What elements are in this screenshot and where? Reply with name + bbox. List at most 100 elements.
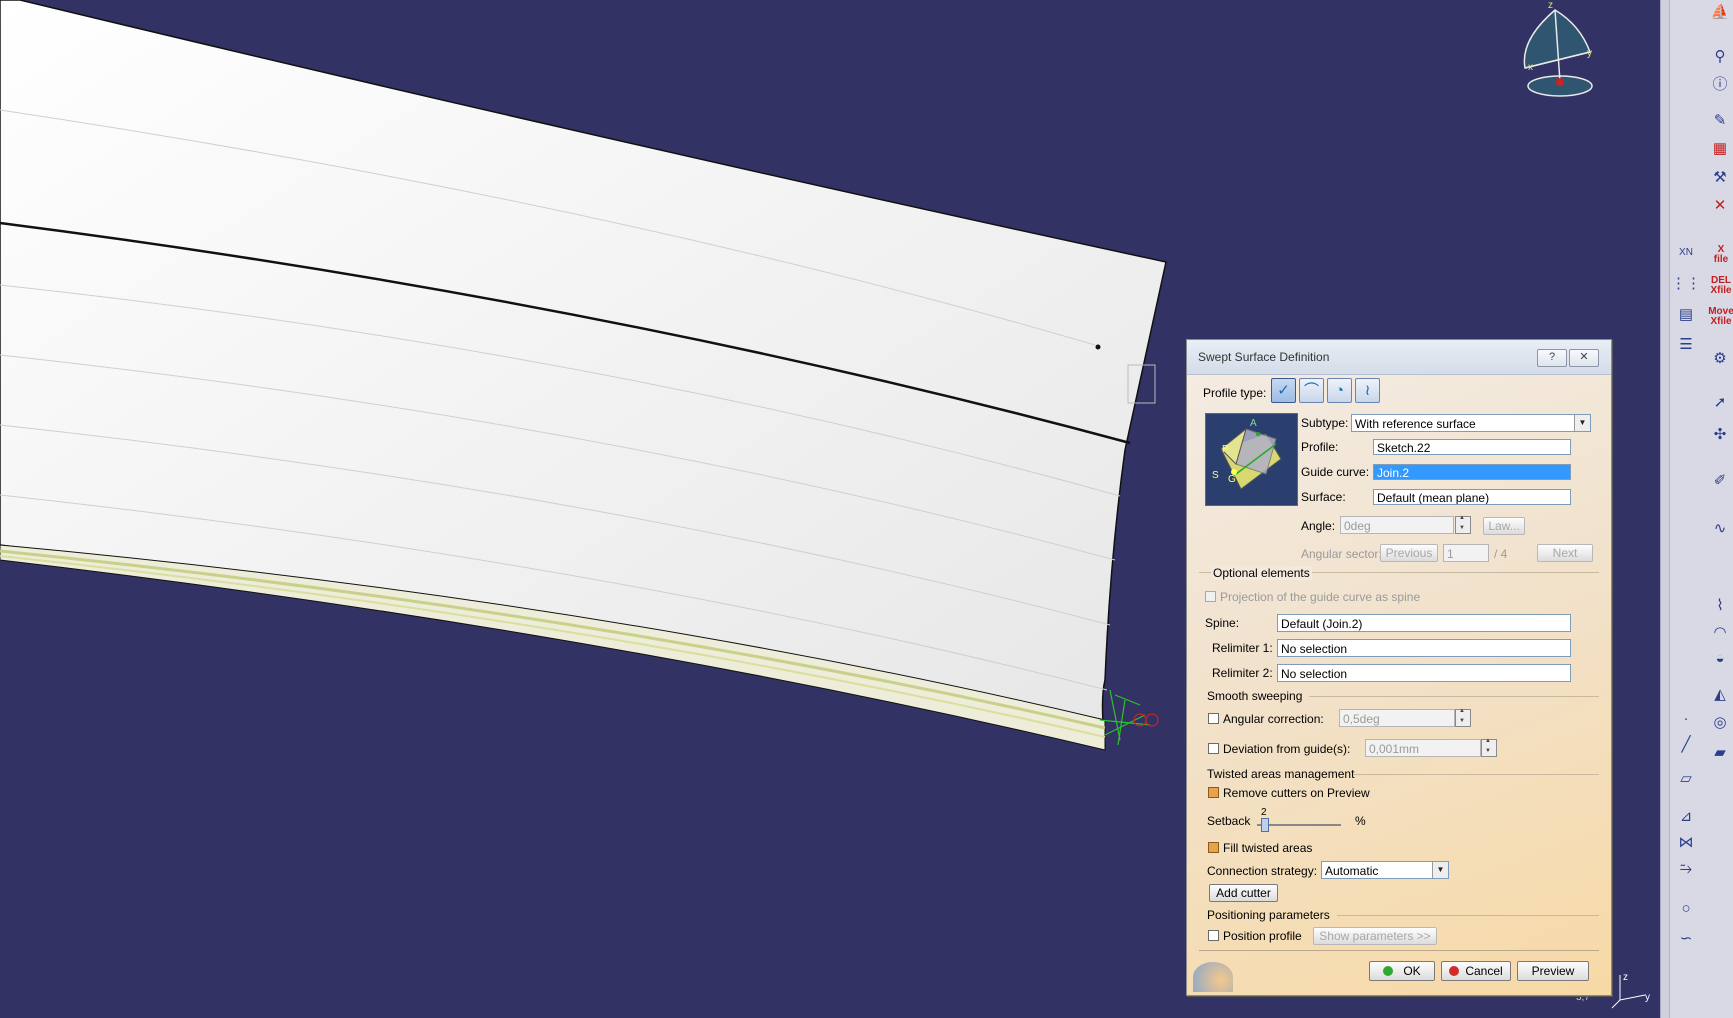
cancel-button[interactable]: Cancel [1441, 961, 1511, 981]
add-cutter-button[interactable]: Add cutter [1209, 884, 1278, 902]
relimiter2-field[interactable]: No selection [1277, 664, 1571, 682]
ok-button[interactable]: OK [1369, 961, 1435, 981]
settings-icon[interactable]: ⚙ [1709, 348, 1731, 370]
curve-analysis-icon[interactable]: ∿ [1709, 518, 1731, 540]
angle-spinner[interactable] [1455, 515, 1471, 534]
chevron-down-icon[interactable]: ▼ [1574, 415, 1590, 431]
xfile-icon[interactable]: X file [1709, 242, 1733, 268]
options-frame-bottom [1199, 950, 1599, 951]
select-arrow-icon[interactable]: ➚ [1709, 392, 1731, 414]
law-button[interactable]: Law... [1483, 517, 1525, 535]
smooth-sweeping-label: Smooth sweeping [1207, 689, 1303, 703]
position-profile-checkbox[interactable] [1208, 930, 1219, 941]
catia-logo-icon [1193, 962, 1233, 992]
connection-strategy-select[interactable]: Automatic ▼ [1321, 861, 1449, 879]
parallel-curve-icon[interactable]: ⥲ [1675, 858, 1697, 880]
plane-icon[interactable]: ▱ [1675, 768, 1697, 790]
spine-field[interactable]: Default (Join.2) [1277, 614, 1571, 632]
table-icon[interactable]: ▦ [1709, 138, 1731, 160]
illustration-letter-g: G [1228, 474, 1236, 485]
deviation-checkbox[interactable] [1208, 743, 1219, 754]
profile-type-circle-icon[interactable]: ◔ [1327, 378, 1352, 403]
setback-label: Setback [1207, 814, 1251, 828]
sweep-icon[interactable]: ◒ [1709, 648, 1731, 670]
layers-icon[interactable]: ☰ [1675, 334, 1697, 356]
spline-icon[interactable]: ∽ [1675, 928, 1697, 950]
offset-icon[interactable]: ▰ [1709, 742, 1731, 764]
projection-checkbox[interactable] [1205, 591, 1216, 602]
next-button[interactable]: Next [1537, 544, 1593, 562]
compass [1523, 9, 1593, 97]
move-xfile-icon[interactable]: Move Xfile [1708, 304, 1733, 330]
remove-cutters-checkbox[interactable] [1208, 787, 1219, 798]
projection-icon[interactable]: ⊿ [1675, 806, 1697, 828]
fill-icon[interactable]: ◭ [1709, 684, 1731, 706]
sector-field[interactable]: 1 [1443, 544, 1489, 562]
close-file-icon[interactable]: ✕ [1709, 195, 1731, 217]
info-icon[interactable]: ⓘ [1709, 74, 1731, 96]
manipulator-glyph [1099, 689, 1159, 746]
show-parameters-button[interactable]: Show parameters >> [1313, 927, 1437, 945]
fill-twisted-label: Fill twisted areas [1223, 841, 1313, 855]
chevron-down-icon[interactable]: ▼ [1432, 862, 1448, 878]
blend-icon[interactable]: ◎ [1709, 712, 1731, 734]
xn-icon[interactable]: XN [1675, 242, 1697, 264]
smooth-sweeping-divider [1309, 696, 1599, 697]
circle-icon[interactable]: ○ [1675, 898, 1697, 920]
angular-correction-checkbox[interactable] [1208, 713, 1219, 724]
search-icon[interactable]: ⚲ [1709, 46, 1731, 68]
deviation-field[interactable]: 0,001mm [1365, 739, 1481, 757]
guide-curve-field[interactable]: Join.2 [1373, 464, 1571, 480]
angular-correction-field[interactable]: 0,5deg [1339, 709, 1455, 727]
profile-type-explicit-icon[interactable]: ✓ [1271, 378, 1296, 403]
angular-correction-spinner[interactable] [1455, 708, 1471, 727]
snap-icon[interactable]: ✣ [1709, 424, 1731, 446]
surface-field[interactable]: Default (mean plane) [1373, 489, 1571, 505]
intersection-icon[interactable]: ⋈ [1675, 832, 1697, 854]
profile-type-line-icon[interactable]: ⌒ [1299, 378, 1324, 403]
setback-slider-track[interactable] [1257, 824, 1341, 826]
angular-sector-label: Angular sector: [1301, 547, 1382, 561]
relimiter1-field[interactable]: No selection [1277, 639, 1571, 657]
measure-icon[interactable]: ✎ [1709, 110, 1731, 132]
previous-button[interactable]: Previous [1380, 544, 1438, 562]
workbench-icon[interactable]: ⛵ [1709, 2, 1731, 24]
extrude-icon[interactable]: ⌇ [1709, 595, 1731, 617]
sketch-icon[interactable]: ✐ [1709, 470, 1731, 492]
sector-total: / 4 [1494, 547, 1508, 561]
setback-unit: % [1355, 814, 1366, 828]
profile-type-conic-icon[interactable]: ≀ [1355, 378, 1380, 403]
del-xfile-icon[interactable]: DEL Xfile [1709, 273, 1733, 299]
connection-strategy-value: Automatic [1325, 864, 1379, 878]
angle-field[interactable]: 0deg [1340, 516, 1454, 534]
grid-icon[interactable]: ⋮⋮ [1671, 273, 1701, 295]
twisted-areas-divider [1353, 774, 1599, 775]
optional-elements-label: Optional elements [1211, 566, 1312, 580]
axis-triad-z: z [1623, 972, 1628, 983]
preview-button[interactable]: Preview [1517, 961, 1589, 981]
help-button[interactable]: ? [1537, 349, 1567, 367]
surface-label: Surface: [1301, 490, 1346, 504]
revolve-icon[interactable]: ◠ [1709, 622, 1731, 644]
folder-icon[interactable]: ▤ [1675, 304, 1697, 326]
fill-twisted-checkbox[interactable] [1208, 842, 1219, 853]
compass-axis-y: y [1587, 48, 1592, 59]
subtype-illustration: A P S G [1205, 413, 1298, 506]
subtype-select[interactable]: With reference surface ▼ [1351, 414, 1591, 432]
tool-icon[interactable]: ⚒ [1709, 167, 1731, 189]
point-icon[interactable]: · [1675, 708, 1697, 730]
close-button[interactable]: ✕ [1569, 349, 1599, 367]
dialog-title: Swept Surface Definition [1198, 350, 1330, 364]
line-icon[interactable]: ╱ [1675, 734, 1697, 756]
compass-axis-x: x [1528, 62, 1533, 73]
guide-curve-label: Guide curve: [1301, 465, 1370, 479]
profile-field[interactable]: Sketch.22 [1373, 439, 1571, 455]
ok-label: OK [1403, 964, 1421, 978]
toolbar-handle[interactable] [1661, 0, 1670, 1018]
dialog-titlebar[interactable]: Swept Surface Definition ? ✕ [1187, 340, 1611, 375]
point-marker [1095, 344, 1101, 350]
setback-slider-handle[interactable] [1261, 818, 1269, 832]
deviation-spinner[interactable] [1481, 738, 1497, 757]
spine-label: Spine: [1205, 616, 1240, 630]
cancel-icon [1449, 966, 1460, 976]
